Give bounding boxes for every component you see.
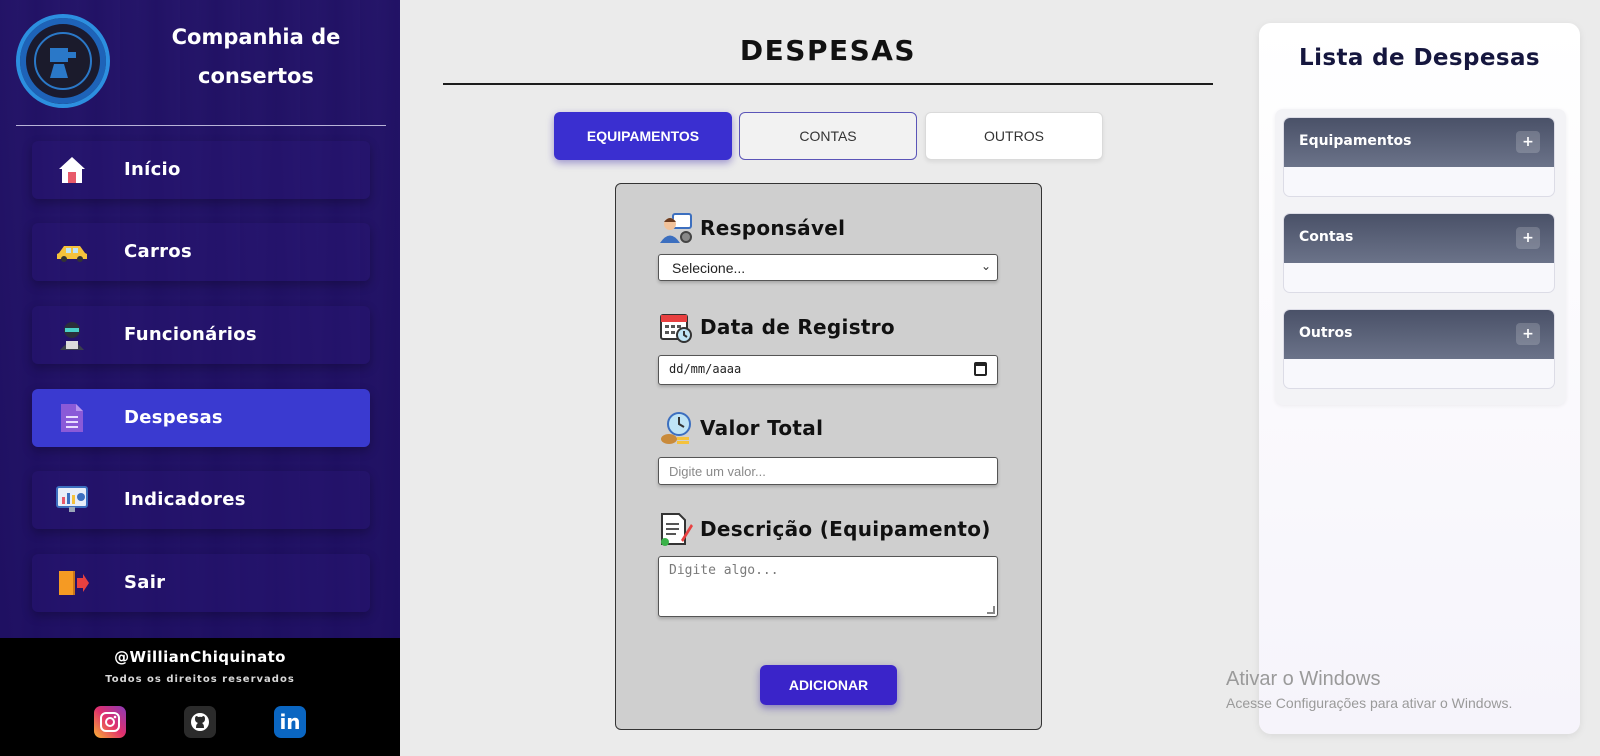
accordion-header[interactable]: Outros + xyxy=(1284,310,1554,359)
sidebar-footer: @WillianChiquinato Todos os direitos res… xyxy=(0,638,400,756)
descricao-label-text: Descrição (Equipamento) xyxy=(700,517,991,541)
accordion-header[interactable]: Equipamentos + xyxy=(1284,118,1554,167)
nav-label: Sair xyxy=(124,572,166,593)
nav-item-inicio[interactable]: Início xyxy=(32,141,370,199)
title-divider xyxy=(443,83,1213,85)
brand: Companhia de consertos xyxy=(0,0,400,126)
nav-item-carros[interactable]: Carros xyxy=(32,223,370,281)
document-icon xyxy=(54,401,90,435)
linkedin-icon[interactable]: in xyxy=(274,706,306,738)
accordion-equipamentos: Equipamentos + xyxy=(1283,117,1555,197)
plus-icon[interactable]: + xyxy=(1516,227,1540,249)
data-registro-label-text: Data de Registro xyxy=(700,315,895,339)
calendar-icon[interactable] xyxy=(974,362,987,376)
windows-activation-watermark: Ativar o Windows Acesse Configurações pa… xyxy=(1226,668,1512,711)
exit-door-icon xyxy=(54,566,90,600)
expense-list-container: Equipamentos + Contas + Outros + xyxy=(1275,109,1566,405)
plus-icon[interactable]: + xyxy=(1516,323,1540,345)
calendar-clock-icon xyxy=(658,310,694,344)
sidebar: Companhia de consertos Início Carros Fun… xyxy=(0,0,400,756)
watermark-title: Ativar o Windows xyxy=(1226,668,1381,690)
home-icon xyxy=(54,153,90,187)
resize-handle-icon[interactable] xyxy=(987,606,995,614)
responsavel-label-text: Responsável xyxy=(700,216,846,240)
copyright-text: Todos os direitos reservados xyxy=(105,674,295,685)
add-button[interactable]: ADICIONAR xyxy=(760,665,897,705)
date-input[interactable]: dd/mm/aaaa xyxy=(658,355,998,385)
nav-label: Carros xyxy=(124,241,192,262)
accordion-label: Contas xyxy=(1299,229,1354,245)
watermark-subtitle: Acesse Configurações para ativar o Windo… xyxy=(1226,695,1513,711)
document-edit-icon xyxy=(658,512,694,546)
data-registro-label: Data de Registro xyxy=(658,310,895,344)
nav-label: Indicadores xyxy=(124,489,246,510)
github-icon[interactable] xyxy=(184,706,216,738)
accordion-contas: Contas + xyxy=(1283,213,1555,293)
chevron-down-icon: ⌄ xyxy=(980,259,991,273)
car-icon xyxy=(54,235,90,269)
descricao-placeholder: Digite algo... xyxy=(669,563,779,578)
expense-list-title: Lista de Despesas xyxy=(1299,45,1540,71)
valor-total-label-text: Valor Total xyxy=(700,416,824,440)
employee-icon xyxy=(54,318,90,352)
brand-title: Companhia de consertos xyxy=(171,25,341,88)
nav-label: Funcionários xyxy=(124,324,257,345)
dashboard-icon xyxy=(54,483,90,517)
instagram-icon[interactable] xyxy=(94,706,126,738)
plus-icon[interactable]: + xyxy=(1516,131,1540,153)
money-clock-icon xyxy=(658,411,694,445)
accordion-label: Equipamentos xyxy=(1299,133,1412,149)
valor-total-label: Valor Total xyxy=(658,411,823,445)
responsavel-select[interactable]: Selecione... ⌄ xyxy=(658,254,998,281)
nav-item-funcionarios[interactable]: Funcionários xyxy=(32,306,370,364)
responsavel-selected-value: Selecione... xyxy=(672,260,746,276)
tab-contas[interactable]: CONTAS xyxy=(739,112,917,160)
nav-label: Início xyxy=(124,159,181,180)
date-input-value: dd/mm/aaaa xyxy=(669,362,742,376)
descricao-textarea[interactable]: Digite algo... xyxy=(658,556,998,617)
tab-equipamentos[interactable]: EQUIPAMENTOS xyxy=(554,112,732,160)
accordion-outros: Outros + xyxy=(1283,309,1555,389)
nav-item-sair[interactable]: Sair xyxy=(32,554,370,612)
brand-divider xyxy=(16,125,386,126)
company-logo xyxy=(16,14,110,108)
nav-label: Despesas xyxy=(124,407,223,428)
accordion-label: Outros xyxy=(1299,325,1353,341)
valor-total-input[interactable]: Digite um valor... xyxy=(658,457,998,485)
nav-item-despesas[interactable]: Despesas xyxy=(32,389,370,447)
author-handle: @WillianChiquinato xyxy=(114,648,286,666)
responsavel-label: Responsável xyxy=(658,211,845,245)
nav-item-indicadores[interactable]: Indicadores xyxy=(32,471,370,529)
expense-list-panel: Lista de Despesas Equipamentos + Contas … xyxy=(1259,23,1580,734)
tab-outros[interactable]: OUTROS xyxy=(925,112,1103,160)
page-title: DESPESAS xyxy=(739,34,917,67)
accordion-header[interactable]: Contas + xyxy=(1284,214,1554,263)
manager-icon xyxy=(658,211,694,245)
expense-form: Responsável Selecione... ⌄ Data de Regis… xyxy=(615,183,1042,730)
descricao-label: Descrição (Equipamento) xyxy=(658,512,991,546)
valor-total-placeholder: Digite um valor... xyxy=(669,464,766,479)
